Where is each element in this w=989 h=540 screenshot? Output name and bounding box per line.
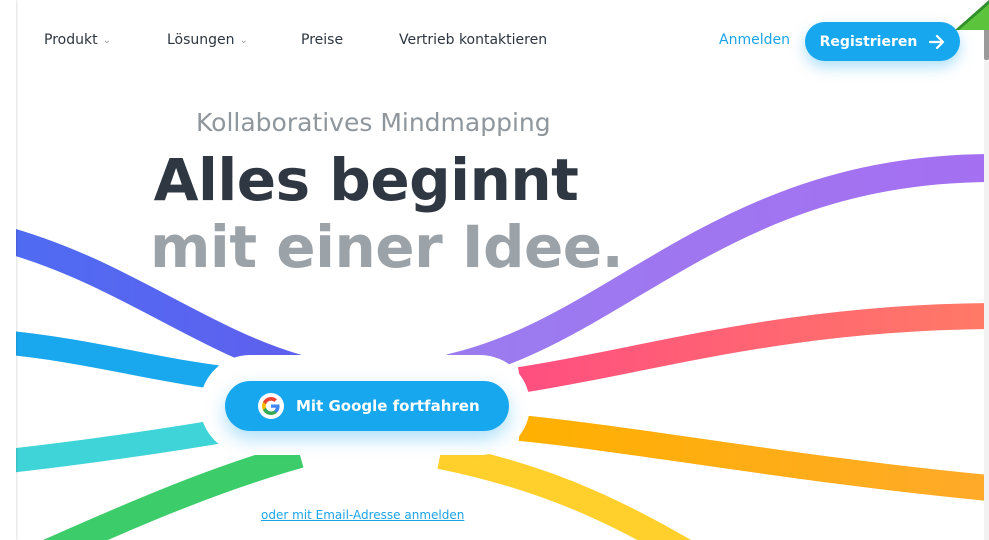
login-link[interactable]: Anmelden xyxy=(719,32,790,48)
chevron-down-icon: ⌄ xyxy=(239,35,248,46)
nav-item-label: Vertrieb kontaktieren xyxy=(399,32,548,48)
ribbon-green xyxy=(43,442,304,540)
chevron-down-icon: ⌄ xyxy=(102,35,111,46)
nav-item-vertrieb-kontaktieren[interactable]: Vertrieb kontaktieren xyxy=(399,32,547,48)
nav-item-label: Lösungen xyxy=(167,32,235,48)
window-left-edge xyxy=(0,0,16,540)
ribbon-sky xyxy=(0,330,242,392)
nav-item-label: Preise xyxy=(301,32,344,48)
ribbon-orange xyxy=(518,415,989,501)
hero-headline-line1: Alles beginnt xyxy=(153,146,579,214)
google-signup-label: Mit Google fortfahren xyxy=(296,397,480,415)
page-frame: Produkt ⌄ Lösungen ⌄ Preise Vertrieb konta… xyxy=(0,0,989,540)
scrollbar-track[interactable] xyxy=(984,0,989,540)
arrow-right-icon xyxy=(929,34,945,49)
ribbon-cyan xyxy=(0,416,243,474)
ribbon-pink xyxy=(518,303,989,393)
hero-subtitle: Kollaboratives Mindmapping xyxy=(196,108,551,137)
top-navigation: Produkt ⌄ Lösungen ⌄ Preise Vertrieb konta… xyxy=(16,12,984,72)
pointer-cursor-icon xyxy=(955,0,989,30)
nav-item-preise[interactable]: Preise xyxy=(301,32,343,48)
nav-item-loesungen[interactable]: Lösungen ⌄ xyxy=(167,32,248,48)
email-signup-link[interactable]: oder mit Email-Adresse anmelden xyxy=(261,508,464,522)
nav-item-produkt[interactable]: Produkt ⌄ xyxy=(44,32,111,48)
google-logo-icon xyxy=(258,393,284,419)
ribbon-yellow xyxy=(437,443,692,540)
window-top-edge xyxy=(0,0,989,12)
register-button-label: Registrieren xyxy=(819,33,918,50)
google-signup-button[interactable]: Mit Google fortfahren xyxy=(225,381,509,431)
register-button[interactable]: Registrieren xyxy=(805,22,960,61)
nav-item-label: Produkt xyxy=(44,32,98,48)
hero-headline-line2: mit einer Idee. xyxy=(150,213,624,281)
